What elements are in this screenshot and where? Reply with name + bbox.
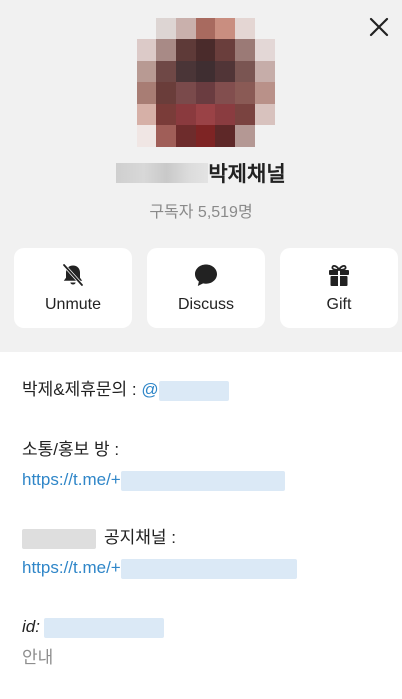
close-icon xyxy=(369,17,389,37)
avatar-pixel xyxy=(196,61,217,84)
community-link-line: https://t.me/+ xyxy=(22,469,285,491)
avatar-pixel xyxy=(215,39,236,62)
avatar-pixel xyxy=(156,18,177,41)
channel-info: 박제&제휴문의 : @ 소통/홍보 방 : https://t.me/+ 공지채… xyxy=(0,352,402,699)
avatar-pixel xyxy=(137,18,158,41)
channel-name-text: 박제채널 xyxy=(208,163,286,186)
contact-line: 박제&제휴문의 : @ xyxy=(22,379,229,401)
avatar-pixel xyxy=(215,104,236,127)
close-button[interactable] xyxy=(366,14,392,40)
gift-icon xyxy=(329,265,349,286)
avatar-pixel xyxy=(255,18,275,41)
id-line: id: xyxy=(22,616,164,638)
avatar-pixel xyxy=(215,82,236,105)
avatar-pixel xyxy=(176,61,197,84)
bell-off-icon xyxy=(62,263,84,287)
channel-name: 박제채널 xyxy=(0,162,402,188)
action-row: Unmute Discuss Gift xyxy=(14,248,398,328)
avatar-pixel xyxy=(255,39,275,62)
avatar-pixel xyxy=(255,125,275,147)
avatar-pixel xyxy=(156,39,177,62)
avatar-pixel xyxy=(176,39,197,62)
community-label: 소통/홍보 방 : xyxy=(22,440,120,459)
avatar-pixel xyxy=(156,61,177,84)
unmute-button[interactable]: Unmute xyxy=(14,248,132,328)
avatar-pixel xyxy=(176,18,197,41)
avatar-pixel xyxy=(196,125,217,147)
avatar-pixel xyxy=(235,104,256,127)
notice-link[interactable]: https://t.me/+ xyxy=(22,558,121,577)
channel-avatar xyxy=(137,18,275,147)
channel-header: 박제채널 구독자 5,519명 Unmute Discuss Gift xyxy=(0,0,402,352)
avatar-pixel xyxy=(255,61,275,84)
avatar-pixel xyxy=(137,39,158,62)
redacted-handle xyxy=(158,380,229,401)
avatar-pixel xyxy=(137,61,158,84)
discuss-label: Discuss xyxy=(177,296,234,313)
subscriber-count: 구독자 5,519명 xyxy=(149,204,253,221)
discuss-button[interactable]: Discuss xyxy=(147,248,265,328)
avatar-pixel xyxy=(156,82,177,105)
chat-bubble-icon xyxy=(195,264,217,286)
notice-line: 공지채널 : xyxy=(22,527,176,549)
redacted-notice-name xyxy=(22,528,96,549)
notice-label: 공지채널 : xyxy=(104,528,177,547)
contact-label: 박제&제휴문의 : xyxy=(22,380,142,399)
avatar-pixel xyxy=(156,125,177,147)
redacted-name xyxy=(116,163,209,184)
avatar-pixel xyxy=(137,125,158,147)
avatar-pixel xyxy=(156,104,177,127)
avatar-pixel xyxy=(196,82,217,105)
avatar-pixel xyxy=(255,82,275,105)
avatar-pixel xyxy=(215,18,236,41)
avatar-pixel xyxy=(137,82,158,105)
avatar-pixel xyxy=(255,104,275,127)
gift-button[interactable]: Gift xyxy=(280,248,398,328)
avatar-pixel xyxy=(235,39,256,62)
contact-handle-link[interactable]: @ xyxy=(141,380,158,399)
avatar-pixel xyxy=(196,39,217,62)
avatar-pixel xyxy=(235,82,256,105)
notice-link-line: https://t.me/+ xyxy=(22,557,297,579)
avatar-pixel xyxy=(215,125,236,147)
community-line: 소통/홍보 방 : xyxy=(22,439,119,461)
avatar-pixel xyxy=(235,125,256,147)
avatar-pixel xyxy=(137,104,158,127)
avatar-pixel xyxy=(215,61,236,84)
redacted-link xyxy=(120,558,297,579)
avatar-pixel xyxy=(235,18,256,41)
id-caption: 안내 xyxy=(22,648,54,667)
avatar-pixel xyxy=(176,82,197,105)
avatar-pixel xyxy=(176,104,197,127)
gift-label: Gift xyxy=(326,296,352,313)
redacted-id xyxy=(43,617,164,638)
id-label: id: xyxy=(22,617,40,636)
community-link[interactable]: https://t.me/+ xyxy=(22,470,121,489)
avatar-pixel xyxy=(196,104,217,127)
redacted-link xyxy=(120,470,285,491)
avatar-pixel xyxy=(235,61,256,84)
avatar-pixel xyxy=(196,18,217,41)
avatar-pixel xyxy=(176,125,197,147)
unmute-label: Unmute xyxy=(44,296,102,313)
